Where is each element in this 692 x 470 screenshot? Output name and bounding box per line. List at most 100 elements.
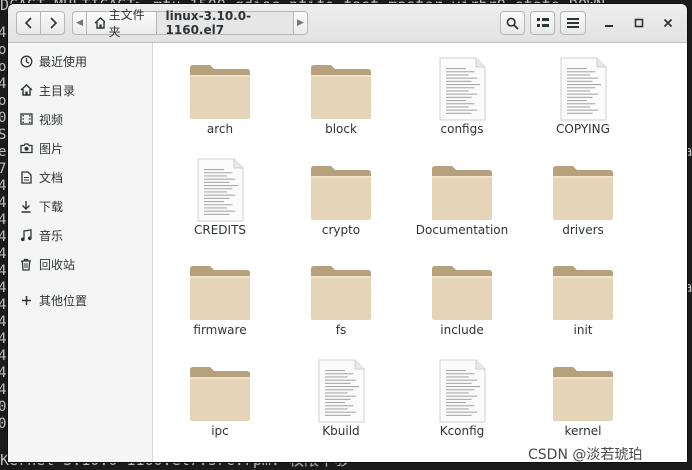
folder-icon [187, 56, 253, 122]
folder-item[interactable]: fs [283, 247, 393, 343]
plus-icon [18, 295, 34, 306]
folder-item[interactable]: include [404, 247, 514, 343]
header-bar: ◀ 主文件夹 linux-3.10.0-1160.el7 ▶ [8, 4, 687, 43]
item-label: crypto [321, 223, 361, 237]
sidebar-item-download[interactable]: 下载 [8, 193, 153, 219]
download-icon [18, 200, 34, 213]
sidebar-item-label: 最近使用 [39, 54, 88, 69]
sidebar-item-label: 下载 [39, 199, 64, 214]
folder-item[interactable]: init [525, 247, 635, 343]
file-item[interactable]: COPYING [525, 46, 635, 142]
camera-icon [18, 142, 34, 154]
list-view-icon [536, 18, 549, 27]
folder-icon [308, 157, 374, 223]
item-label: include [440, 323, 484, 337]
file-item[interactable]: Kconfig [404, 348, 514, 444]
item-label: CREDITS [193, 223, 247, 237]
sidebar-item-label: 其他位置 [39, 293, 88, 308]
terminal-left-edge: 4 o o 4 o 0 S e 7 4 4 4 4 4 4 4 4 4 4 4 … [0, 25, 7, 432]
sidebar-item-trash[interactable]: 回收站 [8, 251, 153, 277]
sidebar-item-plus[interactable]: 其他位置 [8, 287, 153, 313]
text-file-icon [308, 358, 374, 424]
path-home-button[interactable]: 主文件夹 [86, 8, 157, 39]
folder-icon [550, 157, 616, 223]
item-label: Kbuild [322, 424, 360, 438]
path-bar: ◀ 主文件夹 linux-3.10.0-1160.el7 ▶ [72, 8, 308, 39]
search-icon [506, 17, 519, 30]
item-label: COPYING [556, 122, 610, 136]
file-item[interactable]: CREDITS [162, 147, 272, 243]
sidebar: 最近使用主目录视频图片文档下载音乐回收站其他位置 [8, 43, 153, 462]
path-current-button[interactable]: linux-3.10.0-1160.el7 [155, 9, 294, 37]
text-file-icon [429, 358, 495, 424]
folder-item[interactable]: arch [162, 46, 272, 142]
watermark: CSDN @淡若琥珀 [528, 447, 643, 463]
item-label: configs [440, 122, 484, 136]
folder-item[interactable]: drivers [525, 147, 635, 243]
maximize-button[interactable] [631, 15, 647, 31]
folder-item[interactable]: firmware [162, 247, 272, 343]
item-label: Documentation [415, 223, 509, 237]
video-icon [18, 113, 34, 125]
trash-icon [18, 258, 34, 271]
item-label: fs [335, 323, 347, 337]
view-options-button[interactable] [530, 11, 555, 35]
folder-icon [187, 358, 253, 424]
sidebar-item-home[interactable]: 主目录 [8, 77, 153, 103]
sidebar-item-label: 主目录 [39, 83, 76, 98]
folder-item[interactable]: Documentation [404, 147, 514, 243]
home-icon [94, 17, 105, 29]
file-item[interactable]: Kbuild [283, 348, 393, 444]
text-file-icon [187, 157, 253, 223]
path-scroll-left-button[interactable]: ◀ [72, 11, 88, 35]
path-current-label: linux-3.10.0-1160.el7 [165, 9, 252, 37]
sidebar-item-label: 音乐 [39, 228, 64, 243]
folder-item[interactable]: kernel [525, 348, 635, 444]
path-scroll-right-button[interactable]: ▶ [292, 11, 308, 35]
file-grid: arch block configs COPYING CREDITS crypto Docu… [154, 43, 687, 462]
folder-item[interactable]: ipc [162, 348, 272, 444]
item-label: arch [206, 122, 234, 136]
sidebar-item-clock[interactable]: 最近使用 [8, 48, 153, 74]
back-button[interactable] [16, 11, 41, 35]
sidebar-item-document[interactable]: 文档 [8, 164, 153, 190]
sidebar-item-label: 图片 [39, 141, 64, 156]
text-file-icon [429, 56, 495, 122]
chevron-left-icon [24, 17, 32, 29]
home-icon [18, 84, 34, 96]
sidebar-item-video[interactable]: 视频 [8, 106, 153, 132]
clock-icon [18, 55, 34, 68]
sidebar-item-music[interactable]: 音乐 [8, 222, 153, 248]
text-file-icon [550, 56, 616, 122]
sidebar-item-label: 文档 [39, 170, 64, 185]
minimize-icon [605, 25, 613, 27]
folder-item[interactable]: block [283, 46, 393, 142]
item-label: block [325, 122, 357, 136]
minimize-button[interactable] [601, 15, 617, 31]
music-icon [18, 228, 34, 242]
item-label: kernel [564, 424, 602, 438]
folder-icon [429, 157, 495, 223]
hamburger-menu-icon [567, 18, 579, 28]
folder-icon [429, 257, 495, 323]
item-label: init [573, 323, 593, 337]
item-label: ipc [211, 424, 229, 438]
path-home-label: 主文件夹 [108, 8, 145, 39]
chevron-right-icon [49, 17, 57, 29]
search-button[interactable] [500, 11, 525, 35]
file-manager-window: ◀ 主文件夹 linux-3.10.0-1160.el7 ▶ 最近使用 主目录 … [8, 4, 687, 462]
sidebar-item-label: 视频 [39, 112, 64, 127]
sidebar-item-camera[interactable]: 图片 [8, 135, 153, 161]
forward-button[interactable] [40, 11, 65, 35]
folder-icon [550, 257, 616, 323]
item-label: Kconfig [439, 424, 485, 438]
item-label: firmware [193, 323, 247, 337]
document-icon [18, 170, 34, 184]
maximize-icon [634, 18, 644, 28]
menu-button[interactable] [560, 11, 586, 35]
file-item[interactable]: configs [404, 46, 514, 142]
folder-icon [550, 358, 616, 424]
item-label: drivers [562, 223, 604, 237]
close-button[interactable] [660, 15, 676, 31]
folder-item[interactable]: crypto [283, 147, 393, 243]
